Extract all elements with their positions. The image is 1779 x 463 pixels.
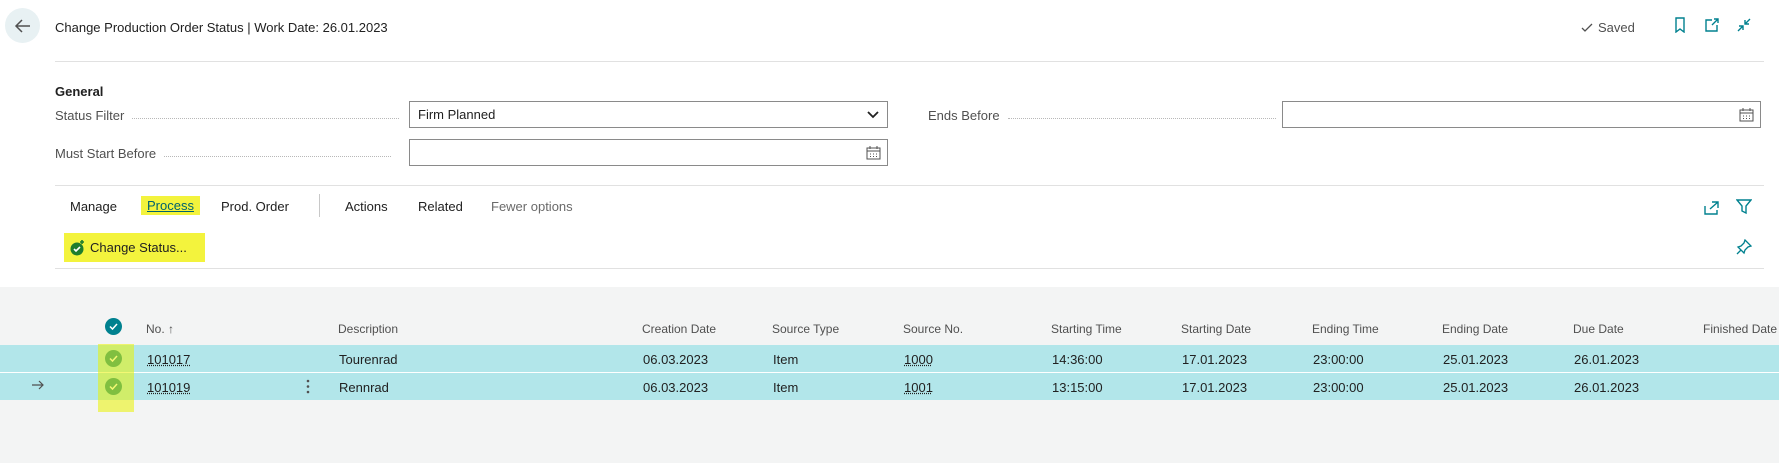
tab-manage[interactable]: Manage bbox=[70, 199, 117, 214]
tab-related[interactable]: Related bbox=[418, 199, 463, 214]
column-header-source-type[interactable]: Source Type bbox=[772, 322, 839, 336]
tab-fewer-options[interactable]: Fewer options bbox=[491, 199, 573, 214]
tab-process[interactable]: Process bbox=[141, 196, 200, 215]
back-arrow-icon bbox=[14, 18, 30, 33]
row-arrow-icon bbox=[31, 378, 45, 397]
cell-ending-time: 23:00:00 bbox=[1313, 352, 1364, 367]
saved-label: Saved bbox=[1598, 20, 1635, 35]
more-options-icon[interactable] bbox=[306, 379, 310, 399]
cell-description: Rennrad bbox=[339, 380, 389, 395]
change-status-button[interactable]: Change Status... bbox=[64, 233, 205, 262]
cell-no[interactable]: 101019 bbox=[147, 380, 190, 395]
cell-source-no[interactable]: 1001 bbox=[904, 380, 933, 395]
tab-separator bbox=[319, 194, 320, 217]
cell-no[interactable]: 101017 bbox=[147, 352, 190, 367]
open-new-window-button[interactable] bbox=[1703, 16, 1721, 34]
bookmark-button[interactable] bbox=[1671, 16, 1689, 34]
cell-due-date: 26.01.2023 bbox=[1574, 380, 1640, 395]
column-header-no[interactable]: No. ↑ bbox=[146, 322, 174, 336]
cell-ending-date: 25.01.2023 bbox=[1443, 380, 1509, 395]
row-checkbox[interactable] bbox=[105, 350, 122, 367]
column-header-ending-date[interactable]: Ending Date bbox=[1442, 322, 1508, 336]
back-button[interactable] bbox=[5, 8, 40, 43]
filter-icon bbox=[1736, 199, 1752, 215]
status-filter-select[interactable]: Firm Planned bbox=[409, 101, 888, 128]
select-all-checkbox[interactable] bbox=[105, 318, 122, 335]
cell-description: Tourenrad bbox=[339, 352, 398, 367]
column-header-source-no[interactable]: Source No. bbox=[903, 322, 963, 336]
dropdown-chevron-icon bbox=[865, 107, 881, 123]
must-start-before-label: Must Start Before bbox=[55, 146, 392, 161]
change-status-label: Change Status... bbox=[90, 240, 187, 255]
column-header-finished-date[interactable]: Finished Date bbox=[1703, 322, 1777, 336]
column-header-ending-time[interactable]: Ending Time bbox=[1312, 322, 1379, 336]
cell-creation-date: 06.03.2023 bbox=[643, 380, 709, 395]
calendar-icon[interactable] bbox=[1738, 107, 1754, 123]
tab-actions[interactable]: Actions bbox=[345, 199, 388, 214]
filter-button[interactable] bbox=[1735, 198, 1753, 216]
column-header-creation-date[interactable]: Creation Date bbox=[642, 322, 716, 336]
ends-before-label: Ends Before bbox=[928, 108, 1276, 123]
must-start-before-input[interactable] bbox=[409, 139, 888, 166]
cell-ending-time: 23:00:00 bbox=[1313, 380, 1364, 395]
collapse-button[interactable] bbox=[1735, 16, 1753, 34]
general-section-title: General bbox=[55, 84, 104, 99]
cell-source-no[interactable]: 1000 bbox=[904, 352, 933, 367]
column-header-due-date[interactable]: Due Date bbox=[1573, 322, 1624, 336]
share-icon bbox=[1703, 200, 1719, 215]
cell-creation-date: 06.03.2023 bbox=[643, 352, 709, 367]
collapse-icon bbox=[1737, 18, 1751, 32]
checkmark-icon bbox=[1581, 23, 1593, 32]
table-row[interactable]: 101017 Tourenrad 06.03.2023 Item 1000 14… bbox=[0, 345, 1779, 372]
column-header-starting-date[interactable]: Starting Date bbox=[1181, 322, 1251, 336]
cell-ending-date: 25.01.2023 bbox=[1443, 352, 1509, 367]
status-filter-label: Status Filter bbox=[55, 108, 400, 123]
open-in-new-window-icon bbox=[1705, 18, 1719, 32]
table-row[interactable]: 101019 Rennrad 06.03.2023 Item 1001 13:1… bbox=[0, 373, 1779, 400]
header-divider bbox=[55, 61, 1764, 62]
row-checkbox[interactable] bbox=[105, 378, 122, 395]
calendar-icon[interactable] bbox=[865, 145, 881, 161]
checkmark-icon bbox=[109, 323, 118, 331]
column-header-description[interactable]: Description bbox=[338, 322, 398, 336]
cell-starting-date: 17.01.2023 bbox=[1182, 380, 1248, 395]
checkmark-icon bbox=[109, 355, 118, 363]
status-filter-value: Firm Planned bbox=[418, 107, 496, 122]
cell-starting-time: 13:15:00 bbox=[1052, 380, 1103, 395]
section-divider bbox=[55, 185, 1764, 186]
share-button[interactable] bbox=[1702, 198, 1720, 216]
cell-starting-date: 17.01.2023 bbox=[1182, 352, 1248, 367]
cell-source-type: Item bbox=[773, 352, 799, 367]
cell-due-date: 26.01.2023 bbox=[1574, 352, 1640, 367]
pin-icon bbox=[1736, 239, 1752, 255]
page-title: Change Production Order Status | Work Da… bbox=[55, 20, 388, 35]
cell-starting-time: 14:36:00 bbox=[1052, 352, 1103, 367]
column-header-starting-time[interactable]: Starting Time bbox=[1051, 322, 1122, 336]
saved-status: Saved bbox=[1580, 20, 1635, 35]
pin-button[interactable] bbox=[1735, 238, 1753, 256]
checkmark-icon bbox=[109, 383, 118, 391]
tab-prod-order[interactable]: Prod. Order bbox=[221, 199, 289, 214]
ends-before-input[interactable] bbox=[1282, 101, 1761, 128]
bookmark-icon bbox=[1675, 17, 1685, 33]
cell-source-type: Item bbox=[773, 380, 799, 395]
change-status-icon bbox=[70, 239, 84, 255]
actionbar-divider bbox=[55, 268, 1764, 269]
